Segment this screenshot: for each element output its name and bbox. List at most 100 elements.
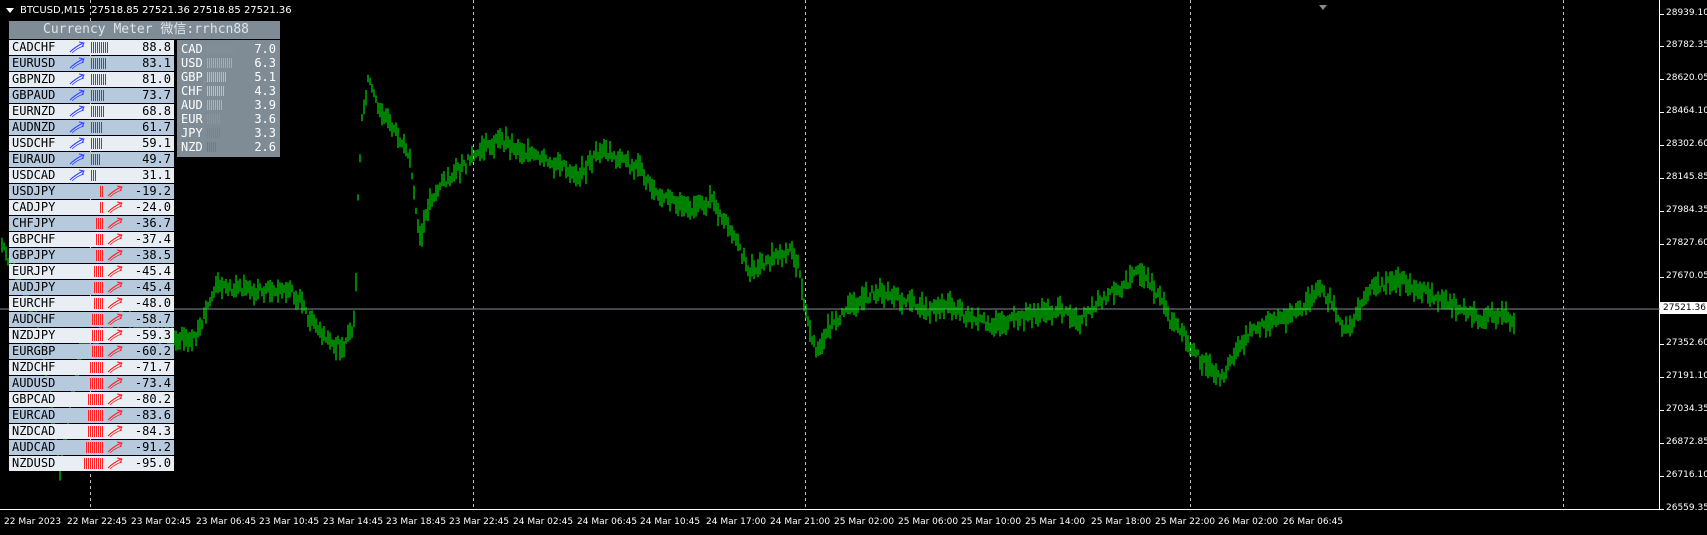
trend-down-arrow-icon <box>107 185 123 198</box>
strength-bars <box>94 266 103 277</box>
pair-row: AUDJPY -45.4 <box>9 280 174 295</box>
price-tick: 28939.10 <box>1660 8 1707 18</box>
price-chart[interactable]: BTCUSD,M15 27518.85 27521.36 27518.85 27… <box>0 0 1707 535</box>
trend-down-arrow-icon <box>107 409 123 422</box>
pair-row: EURAUD 49.7 <box>9 152 174 167</box>
price-tick: 26559.35 <box>1660 503 1707 513</box>
price-tick: 27670.05 <box>1660 271 1707 281</box>
strength-bars <box>90 362 103 373</box>
currency-pairs-list: CADCHF 88.8 EURUSD 83.1 GBPNZD 81.0 GBPAUD 73.7… <box>9 40 174 472</box>
time-tick: 24 Mar 17:00 <box>706 517 767 527</box>
time-tick: 25 Mar 14:00 <box>1025 517 1086 527</box>
trend-up-arrow-icon <box>69 73 85 86</box>
pair-value: -59.3 <box>134 328 171 342</box>
pair-row: AUDCHF -58.7 <box>9 312 174 327</box>
pair-value: -36.7 <box>134 216 171 230</box>
strength-bars <box>91 74 106 85</box>
price-tick: 28145.85 <box>1660 172 1707 182</box>
strength-bars <box>92 314 103 325</box>
strength-bars <box>88 410 103 421</box>
pair-value: -58.7 <box>134 312 171 326</box>
pair-row: EURGBP -60.2 <box>9 344 174 359</box>
ohlc-values: 27518.85 27521.36 27518.85 27521.36 <box>91 5 292 16</box>
pair-name: EURJPY <box>12 264 56 278</box>
pair-name: EURNZD <box>12 104 56 118</box>
symbol-timeframe: BTCUSD,M15 <box>20 5 86 16</box>
currency-row: JPY 3.3 <box>177 126 280 140</box>
pair-name: EURAUD <box>12 152 56 166</box>
time-axis[interactable]: 22 Mar 2023 22 Mar 22:45 23 Mar 02:45 23 Ma… <box>0 510 1660 535</box>
trend-down-arrow-icon <box>107 441 123 454</box>
trend-down-arrow-icon <box>107 233 123 246</box>
currency-strength-bars <box>207 44 234 54</box>
trend-down-arrow-icon <box>107 393 123 406</box>
pair-row: USDCHF 59.1 <box>9 136 174 151</box>
trend-down-arrow-icon <box>107 217 123 230</box>
trend-up-arrow-icon <box>69 137 85 150</box>
currency-value: 5.1 <box>254 70 276 84</box>
price-tick: 27191.10 <box>1660 371 1707 381</box>
strength-bars <box>92 330 103 341</box>
trend-up-arrow-icon <box>69 89 85 102</box>
strength-bars <box>88 394 103 405</box>
currency-name: GBP <box>181 70 203 84</box>
currency-value: 6.3 <box>254 56 276 70</box>
currency-strength-bars <box>207 142 216 152</box>
pair-value: -19.2 <box>134 184 171 198</box>
price-axis[interactable]: 28939.10 28782.35 28620.05 28464.10 28302.60… <box>1660 0 1707 513</box>
pair-value: -48.0 <box>134 296 171 310</box>
price-tick: 28464.10 <box>1660 106 1707 116</box>
pair-value: -80.2 <box>134 392 171 406</box>
currency-value: 4.3 <box>254 84 276 98</box>
pair-value: -71.7 <box>134 360 171 374</box>
pair-row: AUDCAD -91.2 <box>9 440 174 455</box>
trend-down-arrow-icon <box>107 457 123 470</box>
pair-name: NZDUSD <box>12 456 56 470</box>
strength-bars <box>91 122 102 133</box>
strength-bars <box>100 186 103 197</box>
pair-value: -84.3 <box>134 424 171 438</box>
currency-name: CAD <box>181 42 203 56</box>
currency-strength-bars <box>207 128 220 138</box>
pair-value: -38.5 <box>134 248 171 262</box>
pair-row: CHFJPY -36.7 <box>9 216 174 231</box>
pair-row: GBPCHF -37.4 <box>9 232 174 247</box>
pair-value: -45.4 <box>134 280 171 294</box>
pair-name: GBPCAD <box>12 392 56 406</box>
current-price-label: 27521.36 <box>1660 302 1707 314</box>
trend-down-arrow-icon <box>107 281 123 294</box>
currency-strength-bars <box>207 100 222 110</box>
pair-row: CADCHF 88.8 <box>9 40 174 55</box>
pair-row: EURUSD 83.1 <box>9 56 174 71</box>
price-tick: 28302.60 <box>1660 139 1707 149</box>
currency-strength-bars <box>207 58 232 68</box>
pair-row: NZDCHF -71.7 <box>9 360 174 375</box>
strength-bars <box>91 90 104 101</box>
pair-name: AUDJPY <box>12 280 56 294</box>
pair-value: -45.4 <box>134 264 171 278</box>
price-tick: 26872.85 <box>1660 437 1707 447</box>
time-tick: 25 Mar 02:00 <box>834 517 895 527</box>
pair-name: USDJPY <box>12 184 56 198</box>
pair-row: AUDUSD -73.4 <box>9 376 174 391</box>
strength-bars <box>91 154 100 165</box>
strength-bars <box>100 202 103 213</box>
time-tick: 25 Mar 06:00 <box>898 517 959 527</box>
pair-name: NZDCAD <box>12 424 56 438</box>
pair-value: 59.1 <box>142 136 171 150</box>
currency-row: AUD 3.9 <box>177 98 280 112</box>
pair-row: AUDNZD 61.7 <box>9 120 174 135</box>
pair-row: NZDUSD -95.0 <box>9 456 174 471</box>
pair-name: EURCHF <box>12 296 56 310</box>
time-tick: 25 Mar 18:00 <box>1091 517 1152 527</box>
chart-menu-triangle-icon[interactable] <box>6 8 14 13</box>
pair-value: 61.7 <box>142 120 171 134</box>
time-tick: 23 Mar 18:45 <box>386 517 447 527</box>
pair-name: GBPJPY <box>12 248 56 262</box>
pair-value: 68.8 <box>142 104 171 118</box>
time-tick: 24 Mar 21:00 <box>770 517 831 527</box>
time-tick: 23 Mar 06:45 <box>196 517 257 527</box>
time-tick: 23 Mar 10:45 <box>259 517 320 527</box>
pair-name: CADJPY <box>12 200 56 214</box>
pair-name: AUDCAD <box>12 440 56 454</box>
